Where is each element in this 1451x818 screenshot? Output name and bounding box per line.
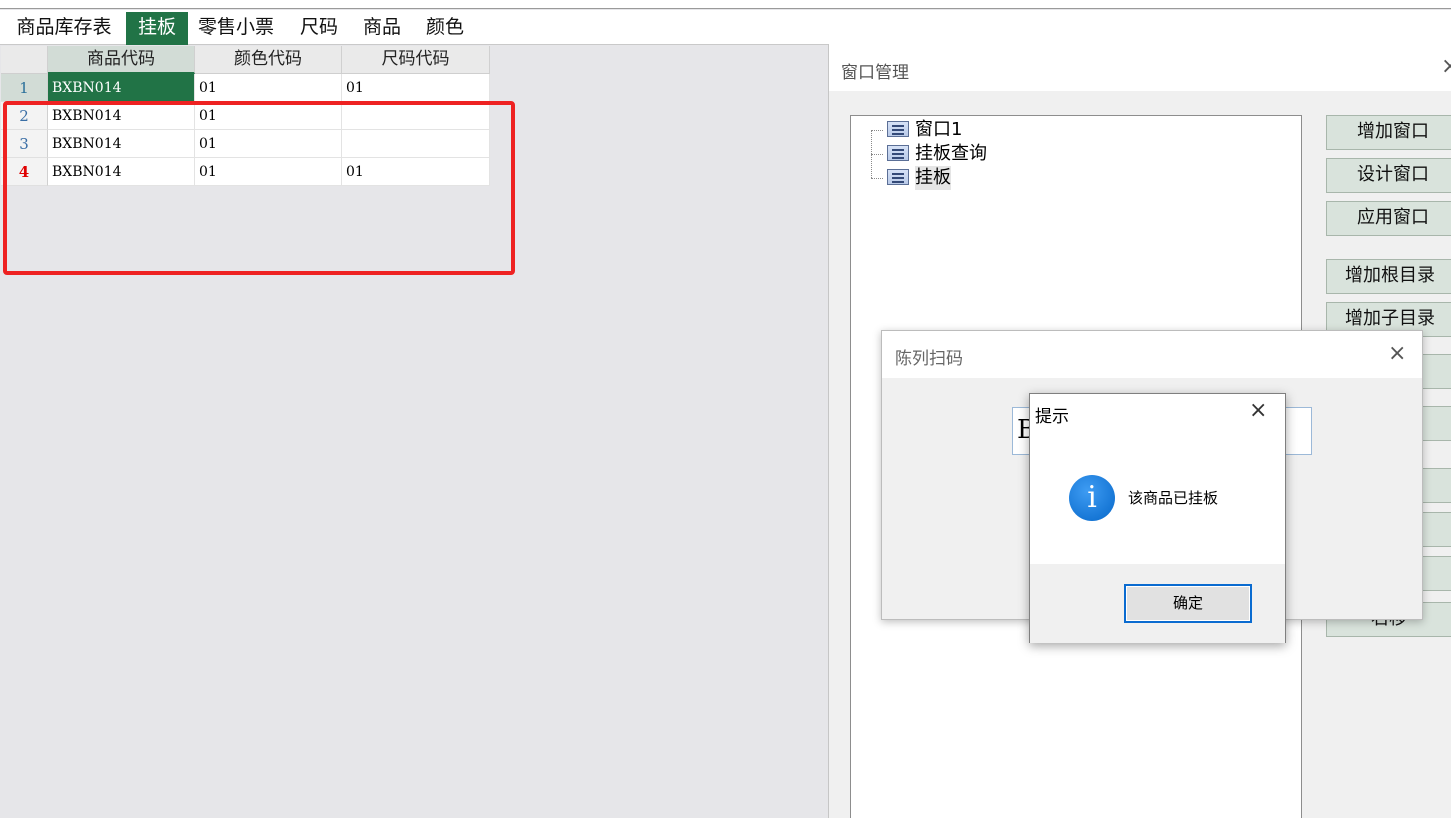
column-header-size-code[interactable]: 尺码代码 [342, 46, 490, 74]
tab-product[interactable]: 商品 [357, 12, 407, 45]
add-window-button[interactable]: 增加窗口 [1326, 115, 1451, 150]
cell-product-code[interactable]: BXBN014 [48, 74, 195, 102]
tree-item-hanging-board[interactable]: 挂板 [915, 166, 951, 190]
window-icon [887, 169, 909, 185]
apply-window-button[interactable]: 应用窗口 [1326, 201, 1451, 236]
window-manager-titlebar: 窗口管理 × [829, 44, 1451, 91]
tab-retail-receipt[interactable]: 零售小票 [193, 12, 279, 45]
tab-color[interactable]: 颜色 [420, 12, 470, 45]
sheet-tab-bar: 商品库存表 挂板 零售小票 尺码 商品 颜色 [0, 10, 1451, 45]
window-manager-title: 窗口管理 [841, 63, 909, 83]
window-icon [887, 145, 909, 161]
tree-connector [871, 178, 883, 179]
tab-size[interactable]: 尺码 [294, 12, 344, 45]
add-root-directory-button[interactable]: 增加根目录 [1326, 259, 1451, 294]
tree-item-hanging-query[interactable]: 挂板查询 [915, 142, 987, 166]
grid-corner[interactable] [1, 46, 48, 74]
cell-size-code[interactable]: 01 [342, 74, 490, 102]
scan-dialog-close-icon[interactable]: × [1388, 341, 1406, 366]
scan-dialog-title: 陈列扫码 [895, 349, 963, 369]
design-window-button[interactable]: 设计窗口 [1326, 158, 1451, 193]
row-number[interactable]: 1 [1, 74, 48, 102]
annotation-highlight-box [3, 101, 515, 275]
column-header-color-code[interactable]: 颜色代码 [195, 46, 342, 74]
message-box-close-icon[interactable]: × [1249, 398, 1267, 423]
window-manager-close-icon[interactable]: × [1441, 54, 1451, 79]
tree-item-window1[interactable]: 窗口1 [915, 118, 962, 142]
message-text: 该商品已挂板 [1128, 489, 1219, 507]
cell-color-code[interactable]: 01 [195, 74, 342, 102]
tree-connector [871, 154, 883, 155]
tab-inventory[interactable]: 商品库存表 [8, 12, 120, 45]
message-box-title: 提示 [1035, 407, 1069, 427]
tree-connector [871, 130, 883, 131]
column-header-product-code[interactable]: 商品代码 [48, 46, 195, 74]
window-icon [887, 121, 909, 137]
info-icon: i [1069, 475, 1115, 521]
message-box-footer: 确定 [1030, 564, 1285, 643]
top-strip [0, 0, 1451, 9]
tab-hanging-board[interactable]: 挂板 [126, 12, 188, 45]
ok-button[interactable]: 确定 [1124, 584, 1252, 623]
scan-dialog-titlebar: 陈列扫码 × [882, 331, 1422, 378]
message-box: 提示 × i 该商品已挂板 确定 [1029, 393, 1286, 643]
